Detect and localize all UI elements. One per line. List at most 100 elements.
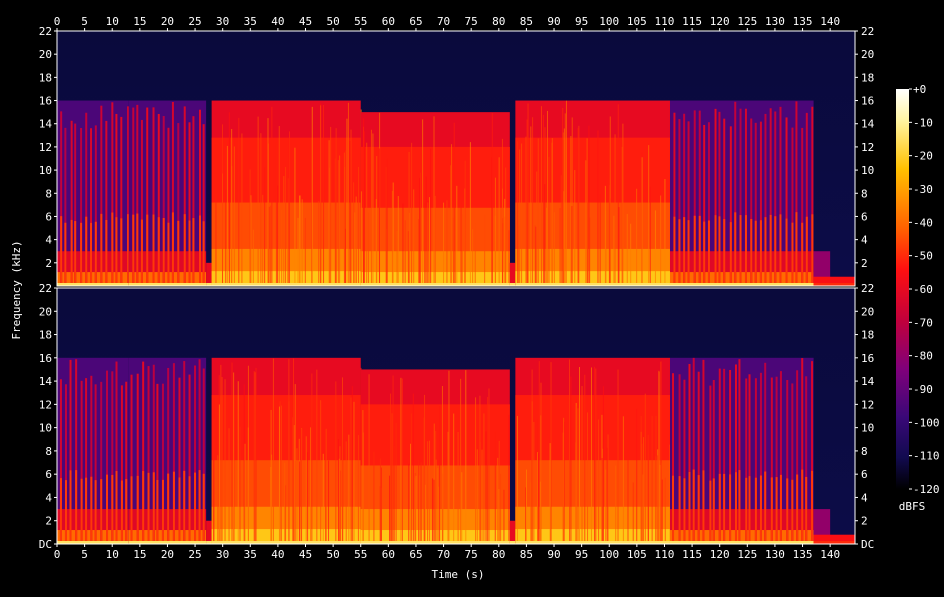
transient-stroke: [288, 359, 290, 544]
transient-stroke: [575, 406, 577, 544]
transient-stroke: [215, 193, 217, 286]
transient-stroke: [419, 172, 421, 286]
transient-stroke: [350, 397, 352, 544]
transient-stroke: [517, 141, 519, 286]
transient-stroke: [198, 215, 201, 286]
transient-stroke: [411, 142, 413, 286]
transient-stroke: [435, 459, 437, 544]
transient-stroke: [549, 443, 551, 544]
y-tick-label-left: 6: [45, 210, 52, 223]
y-tick-label-right: 18: [861, 329, 874, 342]
transient-stroke: [750, 219, 753, 286]
transient-stroke: [305, 436, 307, 544]
transient-stroke: [456, 185, 458, 286]
spectral-band: [206, 262, 212, 286]
transient-stroke: [70, 219, 73, 286]
transient-stroke: [378, 148, 380, 286]
x-tick-label-bottom: 5: [81, 548, 88, 561]
transient-stroke: [451, 144, 453, 286]
transient-stroke: [795, 212, 798, 286]
transient-stroke: [152, 214, 155, 286]
transient-stroke: [487, 396, 489, 544]
colorbar-tick-label: -50: [913, 250, 933, 263]
x-tick-label-bottom: 130: [765, 548, 785, 561]
transient-stroke: [115, 471, 118, 544]
transient-stroke: [346, 118, 348, 287]
transient-stroke: [660, 361, 662, 544]
x-tick-label-bottom: 85: [520, 548, 533, 561]
transient-stroke: [231, 166, 233, 286]
transient-stroke: [431, 478, 433, 544]
y-tick-label-right: 6: [861, 468, 868, 481]
transient-stroke: [353, 182, 355, 286]
y-tick-label-right: 10: [861, 164, 874, 177]
transient-stroke: [437, 468, 439, 544]
x-tick-label-bottom: 140: [820, 548, 840, 561]
transient-stroke: [498, 157, 500, 286]
x-tick-label-bottom: 50: [326, 548, 339, 561]
transient-stroke: [526, 119, 528, 286]
transient-stroke: [328, 140, 330, 286]
colorbar-tick-label: -40: [913, 216, 933, 229]
transient-stroke: [560, 175, 562, 286]
y-axis-left: 2 4 6 8 10 12 14 16 18 20 22 DC 2 4 6 8 10 12 14 16 18 20 22: [39, 25, 57, 551]
transient-stroke: [183, 214, 186, 286]
transient-stroke: [615, 465, 617, 544]
spectral-band: [206, 520, 212, 544]
transient-stroke: [585, 160, 587, 286]
transient-stroke: [238, 117, 240, 286]
transient-stroke: [805, 476, 808, 544]
y-axis-label: Frequency (kHz): [10, 240, 23, 339]
transient-stroke: [368, 374, 370, 544]
transient-stroke: [532, 117, 534, 287]
y-tick-label-left: 20: [39, 305, 52, 318]
transient-stroke: [111, 474, 114, 544]
transient-stroke: [599, 194, 601, 286]
y-tick-label-right: 8: [861, 445, 868, 458]
transient-stroke: [380, 467, 382, 544]
transient-stroke: [393, 445, 395, 544]
transient-stroke: [664, 179, 666, 286]
transient-stroke: [683, 478, 686, 544]
transient-stroke: [774, 216, 777, 286]
transient-stroke: [500, 473, 502, 544]
y-tick-label-left: DC: [39, 538, 52, 551]
transient-stroke: [64, 222, 67, 286]
y-tick-label-right: DC: [861, 538, 874, 551]
transient-stroke: [376, 156, 378, 286]
transient-stroke: [233, 372, 235, 544]
transient-stroke: [330, 126, 332, 287]
transient-stroke: [264, 167, 266, 286]
transient-stroke: [202, 221, 205, 286]
transient-stroke: [220, 364, 222, 544]
transient-stroke: [69, 470, 72, 544]
spectrogram-channel-1: [56, 30, 856, 287]
transient-stroke: [428, 440, 430, 544]
transient-stroke: [397, 196, 399, 286]
transient-stroke: [447, 431, 449, 544]
x-tick-label-top: 135: [793, 15, 813, 28]
x-tick-label-top: 50: [326, 15, 339, 28]
transient-stroke: [347, 102, 349, 286]
transient-stroke: [350, 129, 352, 286]
transient-stroke: [424, 202, 426, 286]
transient-stroke: [418, 219, 420, 286]
transient-stroke: [301, 199, 303, 286]
transient-stroke: [307, 452, 309, 544]
transient-stroke: [162, 218, 165, 286]
transient-stroke: [641, 157, 643, 286]
transient-stroke: [292, 358, 294, 544]
x-axis-label: Time (s): [432, 568, 485, 581]
y-tick-label-left: 14: [39, 375, 53, 388]
transient-stroke: [707, 220, 710, 286]
transient-stroke: [494, 431, 496, 544]
transient-stroke: [649, 186, 651, 286]
transient-stroke: [657, 455, 659, 544]
transient-stroke: [647, 434, 649, 544]
transient-stroke: [390, 393, 392, 544]
y-tick-label-right: 20: [861, 48, 874, 61]
y-tick-label-left: 8: [45, 445, 52, 458]
transient-stroke: [595, 368, 597, 544]
transient-stroke: [521, 143, 523, 286]
transient-stroke: [228, 112, 230, 286]
